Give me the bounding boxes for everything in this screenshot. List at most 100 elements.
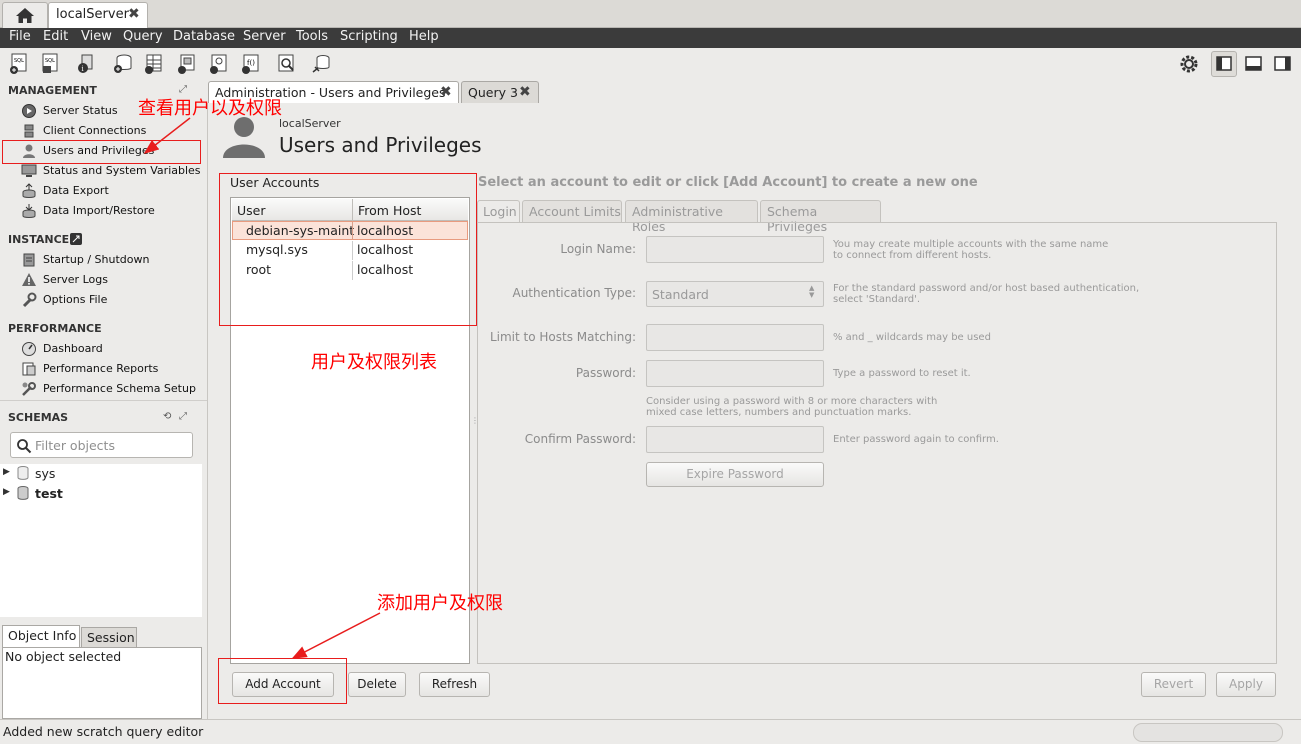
startup-icon [23, 253, 35, 267]
nav-status-and-system-variables[interactable]: Status and System Variables [43, 164, 201, 177]
password-field[interactable] [646, 360, 824, 387]
menu-server[interactable]: Server [243, 29, 286, 44]
highlight-add-account [218, 658, 347, 704]
auth-type-select[interactable]: Standard ▲ ▼ [646, 281, 824, 307]
schema-tree: ▶ sys ▶ test [0, 464, 202, 617]
close-icon[interactable]: ✖ [128, 6, 140, 22]
toggle-output-icon[interactable] [1243, 53, 1263, 75]
login-name-field[interactable] [646, 236, 824, 263]
tab-object-info[interactable]: Object Info [2, 625, 80, 647]
expand-triangle-icon[interactable]: ▶ [3, 467, 10, 477]
expire-password-button[interactable]: Expire Password [646, 462, 824, 487]
menu-help[interactable]: Help [409, 29, 439, 44]
tab-account-limits[interactable]: Account Limits [522, 200, 622, 222]
connections-icon [24, 124, 34, 138]
refresh-button[interactable]: Refresh [419, 672, 490, 697]
toggle-sidebar-icon[interactable] [1211, 51, 1237, 77]
stepper-arrows-icon: ▲ ▼ [809, 284, 815, 299]
nav-data-export[interactable]: Data Export [43, 184, 109, 197]
create-procedure-icon[interactable] [208, 53, 228, 75]
svg-text:f(): f() [247, 59, 255, 67]
menu-view[interactable]: View [81, 29, 112, 44]
expand-schemas-icon[interactable]: ⤢ [179, 411, 187, 422]
menu-query[interactable]: Query [123, 29, 163, 44]
play-circle-icon [22, 104, 36, 118]
inspector-icon[interactable]: i [76, 53, 96, 75]
hosts-label: Limit to Hosts Matching: [489, 330, 636, 344]
toolbar: SQL SQL i f() [0, 48, 1301, 82]
create-view-icon[interactable] [176, 53, 196, 75]
warning-icon [22, 273, 36, 286]
database-icon [17, 466, 29, 480]
revert-button[interactable]: Revert [1141, 672, 1206, 697]
hosts-field[interactable] [646, 324, 824, 351]
new-sql-tab-icon[interactable]: SQL [9, 53, 29, 75]
management-section-title: MANAGEMENT [8, 84, 97, 97]
schema-sys[interactable]: sys [35, 466, 55, 481]
menubar: File Edit View Query Database Server Too… [0, 28, 1301, 48]
search-table-data-icon[interactable] [276, 53, 296, 75]
create-table-icon[interactable] [143, 53, 163, 75]
wrench-icon [22, 292, 37, 308]
nav-options-file[interactable]: Options File [43, 293, 107, 306]
highlight-accounts-list [219, 173, 477, 326]
close-icon[interactable]: ✖ [519, 84, 531, 100]
confirm-password-field[interactable] [646, 426, 824, 453]
nav-server-logs[interactable]: Server Logs [43, 273, 108, 286]
tab-session[interactable]: Session [81, 627, 137, 647]
tab-login[interactable]: Login [477, 200, 520, 223]
create-schema-icon[interactable] [112, 53, 132, 75]
open-sql-script-icon[interactable]: SQL [40, 53, 60, 75]
home-icon [16, 8, 34, 23]
login-name-label: Login Name: [560, 242, 636, 256]
nav-startup-shutdown[interactable]: Startup / Shutdown [43, 253, 149, 266]
nav-performance-reports[interactable]: Performance Reports [43, 362, 158, 375]
object-info-panel: No object selected [2, 647, 202, 719]
nav-client-connections[interactable]: Client Connections [43, 124, 146, 137]
server-name: localServer [279, 117, 341, 130]
tab-administrative-roles[interactable]: Administrative Roles [625, 200, 758, 234]
close-icon[interactable]: ✖ [440, 84, 452, 100]
menu-scripting[interactable]: Scripting [340, 29, 398, 44]
nav-data-import-restore[interactable]: Data Import/Restore [43, 204, 155, 217]
nav-performance-schema-setup[interactable]: Performance Schema Setup [43, 382, 196, 395]
home-tab[interactable] [2, 2, 48, 28]
delete-button[interactable]: Delete [348, 672, 406, 697]
tab-schema-privileges[interactable]: Schema Privileges [760, 200, 881, 234]
apply-button[interactable]: Apply [1216, 672, 1276, 697]
annotation-list: 用户及权限列表 [311, 352, 437, 373]
menu-database[interactable]: Database [173, 29, 235, 44]
expand-triangle-icon[interactable]: ▶ [3, 487, 10, 497]
annotation-view-users: 查看用户以及权限 [138, 98, 282, 119]
refresh-schemas-icon[interactable]: ⟲ [163, 411, 171, 422]
annotation-add: 添加用户及权限 [377, 593, 503, 614]
toggle-secondary-sidebar-icon[interactable] [1272, 53, 1292, 75]
splitter-handle[interactable]: ⋮ [471, 416, 479, 425]
preferences-gear-icon[interactable] [1178, 53, 1198, 75]
auth-type-hint: For the standard password and/or host ba… [833, 283, 1140, 305]
statusbar: Added new scratch query editor [0, 719, 1301, 744]
auth-type-value: Standard [652, 287, 709, 302]
dashboard-icon [22, 342, 36, 356]
hosts-hint: % and _ wildcards may be used [833, 332, 991, 343]
connection-tab[interactable]: localServer ✖ [48, 2, 148, 28]
user-avatar-icon [223, 117, 265, 158]
auth-type-label: Authentication Type: [512, 286, 636, 300]
create-function-icon[interactable]: f() [240, 53, 260, 75]
connection-tab-label: localServer [56, 7, 129, 22]
menu-tools[interactable]: Tools [296, 29, 328, 44]
menu-file[interactable]: File [9, 29, 31, 44]
schema-test[interactable]: test [35, 486, 63, 501]
tab-query-3[interactable]: Query 3 ✖ [461, 81, 539, 103]
database-icon [17, 486, 29, 500]
status-text: Added new scratch query editor [3, 724, 204, 739]
search-icon [17, 439, 32, 454]
nav-server-status[interactable]: Server Status [43, 104, 118, 117]
status-progress [1133, 723, 1283, 742]
filter-objects-input[interactable]: Filter objects [10, 432, 193, 458]
menu-edit[interactable]: Edit [43, 29, 68, 44]
performance-section-title: PERFORMANCE [8, 322, 102, 335]
nav-dashboard[interactable]: Dashboard [43, 342, 103, 355]
reconnect-icon[interactable] [311, 53, 331, 75]
confirm-password-label: Confirm Password: [524, 432, 636, 446]
